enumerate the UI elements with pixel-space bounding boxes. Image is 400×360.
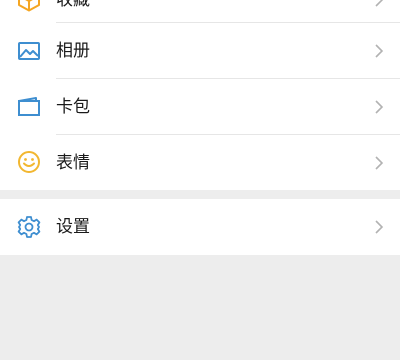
menu-item-emoji[interactable]: 表情 bbox=[0, 135, 400, 191]
album-icon bbox=[16, 38, 42, 64]
menu-item-card-wallet[interactable]: 卡包 bbox=[0, 79, 400, 135]
menu-item-label: 卡包 bbox=[56, 97, 90, 117]
favorites-icon bbox=[16, 0, 42, 13]
menu-group-settings: 设置 bbox=[0, 199, 400, 255]
menu-item-label: 相册 bbox=[56, 41, 90, 61]
chevron-right-icon bbox=[374, 219, 384, 235]
menu-item-label: 收藏 bbox=[56, 0, 90, 10]
chevron-right-icon bbox=[374, 0, 384, 8]
chevron-right-icon bbox=[374, 43, 384, 59]
menu-item-album[interactable]: 相册 bbox=[0, 23, 400, 79]
menu-item-label: 表情 bbox=[56, 153, 90, 173]
card-wallet-icon bbox=[16, 94, 42, 120]
gear-icon bbox=[16, 214, 42, 240]
menu-group-main: 收藏 相册 卡包 表情 bbox=[0, 0, 400, 190]
menu-item-settings[interactable]: 设置 bbox=[0, 199, 400, 255]
menu-item-label: 设置 bbox=[56, 217, 90, 237]
emoji-icon bbox=[16, 149, 42, 175]
chevron-right-icon bbox=[374, 155, 384, 171]
chevron-right-icon bbox=[374, 99, 384, 115]
